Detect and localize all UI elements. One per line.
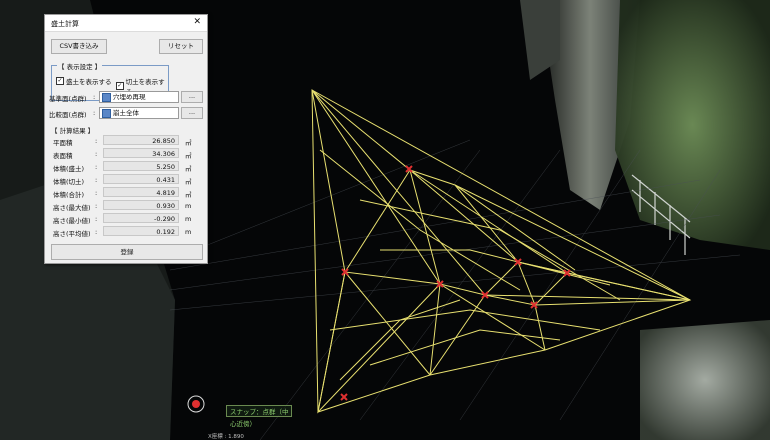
checkbox-icon: ✓	[116, 82, 124, 90]
result-row: 体積(切土): 0.431 ㎥	[53, 174, 192, 186]
show-fill-checkbox[interactable]: ✓ 盛土を表示する	[56, 76, 112, 86]
result-value: 26.850	[103, 135, 179, 145]
csv-export-button[interactable]: CSV書き込み	[51, 39, 107, 54]
rocks-bottom-right	[640, 320, 770, 440]
snap-mode-label: スナップ：点群（中心近傍）	[226, 405, 292, 428]
result-value: -0.290	[103, 213, 179, 223]
result-row: 高さ(最大値): 0.930 m	[53, 200, 192, 212]
snap-target-icon	[187, 395, 205, 413]
display-settings-title: 【 表示設定 】	[57, 61, 103, 71]
result-value: 34.306	[103, 148, 179, 158]
base-surface-field[interactable]: 穴埋め再現	[99, 91, 179, 103]
compare-surface-value: 崩土全体	[113, 109, 139, 117]
result-row: 高さ(最小値): -0.290 m	[53, 213, 192, 225]
dialog-title: 盛土計算	[51, 20, 79, 28]
compare-surface-field[interactable]: 崩土全体	[99, 107, 179, 119]
result-value: 0.431	[103, 174, 179, 184]
result-row: 平面積: 26.850 ㎡	[53, 135, 192, 147]
register-button[interactable]: 登録	[51, 244, 203, 260]
checkbox-icon: ✓	[56, 77, 64, 85]
compare-surface-browse-button[interactable]: ...	[181, 107, 203, 119]
result-value: 4.819	[103, 187, 179, 197]
fill-calculation-dialog: 盛土計算 ✕ CSV書き込み リセット 【 表示設定 】 ✓ 盛土を表示する ✓…	[44, 14, 208, 264]
show-fill-label: 盛土を表示する	[66, 78, 112, 86]
dialog-titlebar[interactable]: 盛土計算 ✕	[45, 15, 207, 32]
result-row: 表面積: 34.306 ㎡	[53, 148, 192, 160]
base-surface-value: 穴埋め再現	[113, 93, 146, 101]
compare-surface-label: 比較面(点群)	[49, 111, 87, 119]
result-value: 0.192	[103, 226, 179, 236]
coordinate-readout: X座標 : 1.890	[208, 434, 244, 440]
result-row: 体積(盛土): 5.250 ㎥	[53, 161, 192, 173]
result-value: 5.250	[103, 161, 179, 171]
base-surface-label: 基準面(点群)	[49, 95, 87, 103]
reset-button[interactable]: リセット	[159, 39, 203, 54]
folder-icon	[102, 109, 111, 118]
vegetation	[615, 0, 770, 250]
close-icon[interactable]: ✕	[193, 17, 201, 27]
results-title: 【 計算結果 】	[51, 127, 95, 135]
result-value: 0.930	[103, 200, 179, 210]
folder-icon	[102, 93, 111, 102]
result-row: 高さ(平均値): 0.192 m	[53, 226, 192, 238]
base-surface-browse-button[interactable]: ...	[181, 91, 203, 103]
result-row: 体積(合計): 4.819 ㎥	[53, 187, 192, 199]
